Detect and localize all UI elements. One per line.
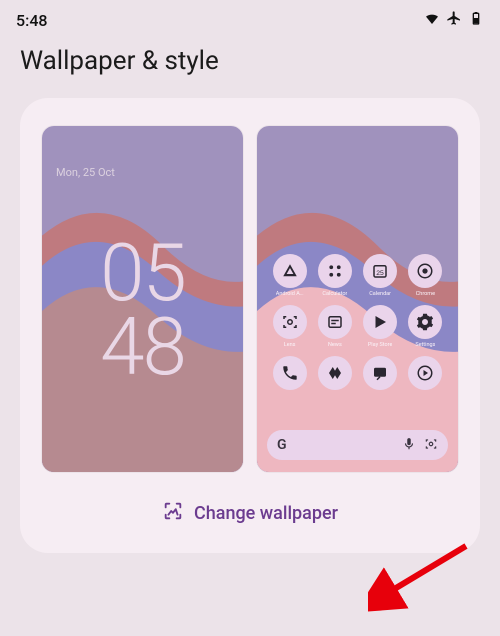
app-label: Android A… (276, 291, 304, 297)
lockscreen-preview[interactable]: Mon, 25 Oct 05 48 (42, 126, 243, 472)
app-label (425, 393, 426, 399)
app-phone[interactable] (269, 356, 311, 399)
lens-search-icon[interactable] (416, 436, 438, 455)
wallpaper-card: Mon, 25 Oct 05 48 Android A… Calculator 25… (20, 98, 480, 553)
battery-icon (468, 10, 484, 30)
app-android-auto[interactable]: Android A… (269, 254, 311, 297)
app-play-store[interactable]: Play Store (359, 305, 401, 348)
wifi-icon (424, 10, 440, 30)
app-grid: Android A… Calculator 25 Calendar Chrome Lens… (257, 254, 458, 399)
app-label: Calendar (369, 291, 391, 297)
wallpaper-previews: Mon, 25 Oct 05 48 Android A… Calculator 25… (42, 126, 458, 472)
app-calculator[interactable]: Calculator (314, 254, 356, 297)
lock-clock: 05 48 (42, 236, 243, 385)
app-label: Calculator (322, 291, 347, 297)
app-label (334, 393, 335, 399)
mic-icon[interactable] (394, 436, 416, 455)
phone-icon (273, 356, 307, 390)
android-auto-icon (273, 254, 307, 288)
lens-icon (273, 305, 307, 339)
wallpaper-icon (162, 500, 184, 527)
app-settings[interactable]: Settings (404, 305, 446, 348)
calculator-icon (318, 254, 352, 288)
app-label: Lens (284, 342, 296, 348)
lock-date: Mon, 25 Oct (56, 166, 115, 179)
settings-icon (408, 305, 442, 339)
app-messages[interactable] (359, 356, 401, 399)
lock-hours: 05 (42, 236, 243, 310)
change-wallpaper-button[interactable]: Change wallpaper (42, 500, 458, 527)
status-bar: 5:48 (0, 0, 500, 34)
app-label: Play Store (368, 342, 393, 348)
app-label (379, 393, 380, 399)
change-wallpaper-label: Change wallpaper (194, 503, 338, 524)
search-bar[interactable]: G (267, 430, 448, 460)
app-youtube[interactable] (404, 356, 446, 399)
app-lens[interactable]: Lens (269, 305, 311, 348)
calendar-icon: 25 (363, 254, 397, 288)
chrome-icon (408, 254, 442, 288)
svg-text:25: 25 (376, 270, 384, 277)
youtube-icon (408, 356, 442, 390)
play-store-icon (363, 305, 397, 339)
app-label: News (328, 342, 342, 348)
homescreen-preview[interactable]: Android A… Calculator 25 Calendar Chrome Lens… (257, 126, 458, 472)
wear-icon (318, 356, 352, 390)
app-label (289, 393, 290, 399)
app-chrome[interactable]: Chrome (404, 254, 446, 297)
messages-icon (363, 356, 397, 390)
app-label: Chrome (416, 291, 435, 297)
status-icons (424, 10, 484, 30)
lock-minutes: 48 (42, 310, 243, 384)
app-news[interactable]: News (314, 305, 356, 348)
app-calendar[interactable]: 25 Calendar (359, 254, 401, 297)
status-time: 5:48 (16, 11, 48, 30)
airplane-icon (446, 10, 462, 30)
app-wear[interactable] (314, 356, 356, 399)
app-label: Settings (415, 342, 435, 348)
page-title: Wallpaper & style (0, 34, 500, 94)
news-icon (318, 305, 352, 339)
google-g-icon: G (277, 437, 287, 453)
